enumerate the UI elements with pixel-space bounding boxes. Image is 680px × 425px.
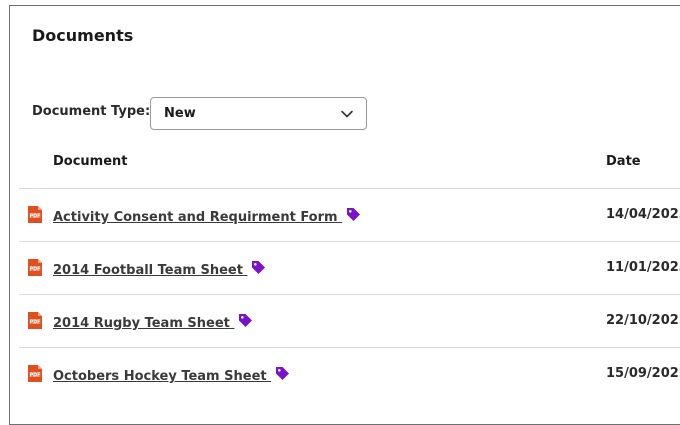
pdf-file-icon: PDF [28,259,42,276]
pdf-file-icon: PDF [28,312,42,329]
tag-icon [276,367,290,380]
tag-icon [347,208,361,221]
tag-icon [239,314,253,327]
table-row: PDF 2014 Football Team Sheet 11/01/2023 [19,241,680,294]
document-name: 2014 Football Team Sheet [53,263,243,278]
document-date: 14/04/2023 [606,207,680,222]
document-name: 2014 Rugby Team Sheet [53,316,230,331]
tag-icon [252,261,266,274]
document-link[interactable]: 2014 Football Team Sheet [53,260,266,278]
column-header-date: Date [606,154,641,169]
pdf-file-icon: PDF [28,206,42,223]
document-link[interactable]: 2014 Rugby Team Sheet [53,313,253,331]
panel-title: Documents [32,26,134,45]
document-date: 22/10/2022 [606,313,680,328]
document-type-selected-value: New [164,106,196,121]
table-row: PDF 2014 Rugby Team Sheet 22/10/2022 [19,294,680,347]
svg-text:PDF: PDF [30,267,41,273]
svg-text:PDF: PDF [30,373,41,379]
svg-text:PDF: PDF [30,214,41,220]
document-link[interactable]: Activity Consent and Requirment Form [53,207,361,225]
pdf-file-icon: PDF [28,365,42,382]
table-row: PDF Octobers Hockey Team Sheet 15/09/202… [19,347,680,400]
document-link[interactable]: Octobers Hockey Team Sheet [53,366,290,384]
document-name: Activity Consent and Requirment Form [53,210,338,225]
column-header-document: Document [53,154,128,169]
document-name: Octobers Hockey Team Sheet [53,369,267,384]
chevron-down-icon [341,110,353,118]
document-date: 11/01/2023 [606,260,680,275]
svg-text:PDF: PDF [30,320,41,326]
document-type-label: Document Type: [32,104,151,119]
document-date: 15/09/2022 [606,366,680,381]
documents-panel: Documents Document Type: New Document Da… [9,5,680,425]
table-row: PDF Activity Consent and Requirment Form… [19,188,680,241]
document-type-select[interactable]: New [150,97,367,130]
